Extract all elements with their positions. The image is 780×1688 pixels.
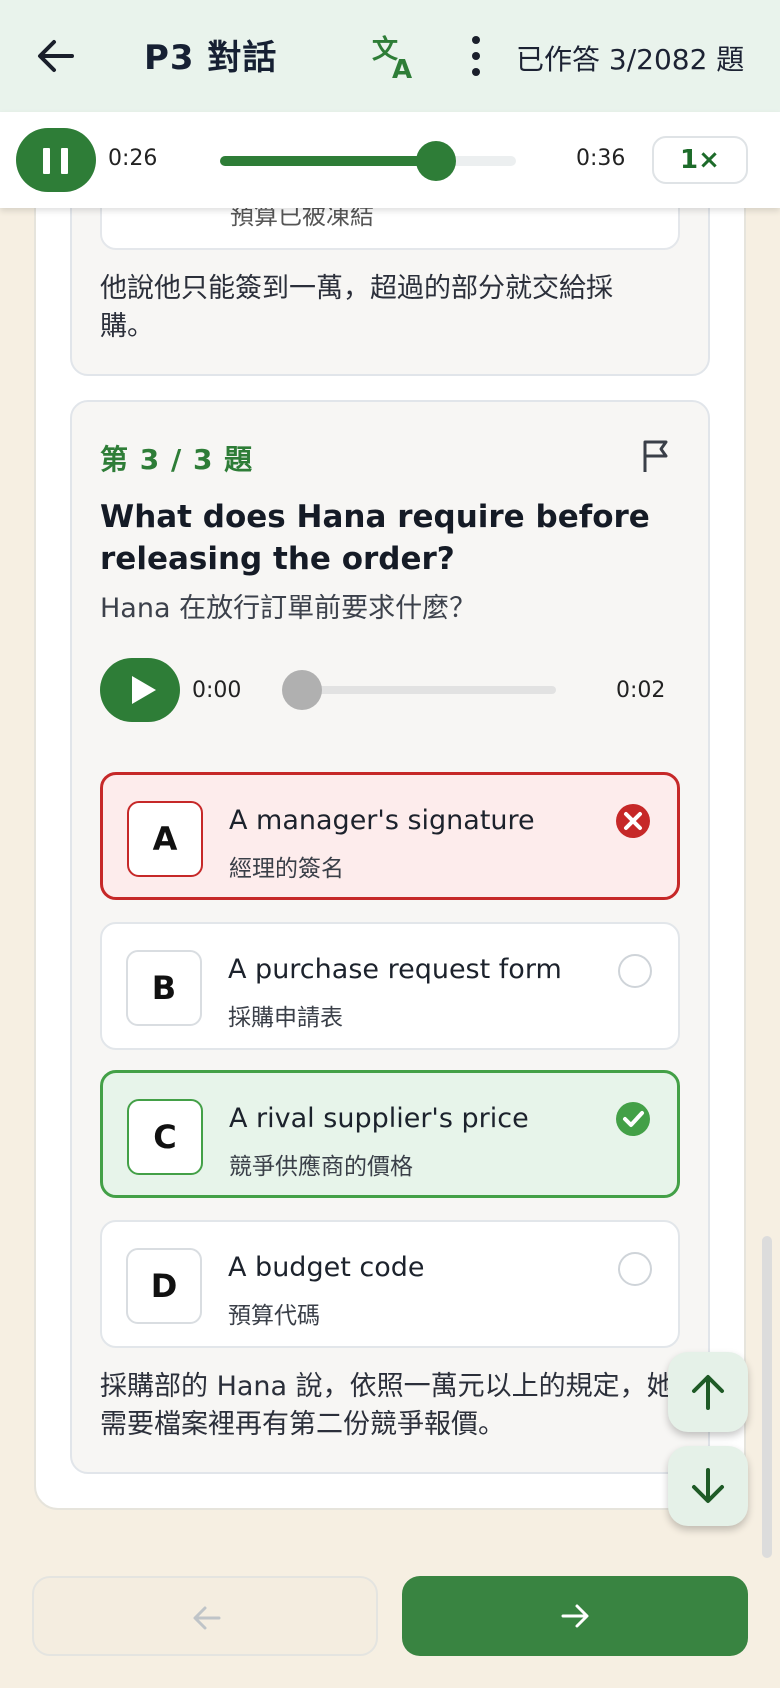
option-translation: 經理的簽名	[229, 856, 344, 882]
pause-icon	[43, 148, 50, 174]
audio-player-bar: 0:26 0:36 1×	[0, 112, 780, 208]
audio-seek-bar[interactable]	[220, 141, 516, 181]
option-translation: 預算代碼	[228, 1303, 320, 1329]
option-text: A purchase request form	[228, 954, 562, 985]
flag-icon[interactable]	[640, 438, 672, 474]
page-title: P3 對話	[144, 38, 278, 78]
next-button[interactable]	[402, 1576, 748, 1656]
option-translation: 採購申請表	[228, 1005, 343, 1031]
option-c[interactable]: C A rival supplier's price 競爭供應商的價格	[100, 1070, 680, 1198]
option-letter: D	[126, 1248, 202, 1324]
question-explanation: 採購部的 Hana 說，依照一萬元以上的規定，她需要檔案裡再有第二份競爭報價。	[100, 1371, 674, 1440]
previous-button[interactable]	[32, 1576, 378, 1656]
play-icon	[132, 676, 156, 704]
audio-seek-handle[interactable]	[416, 141, 456, 181]
app-bar: P3 對話 文 A 已作答 3/2082 題	[0, 0, 780, 112]
question-audio-current-time: 0:00	[192, 678, 242, 703]
option-translation: 競爭供應商的價格	[229, 1154, 413, 1180]
audio-progress-fill	[220, 156, 436, 166]
option-b[interactable]: B A purchase request form 採購申請表	[100, 922, 680, 1050]
playback-speed-button[interactable]: 1×	[652, 136, 748, 184]
question-number: 第 3 / 3 題	[100, 443, 254, 476]
option-d[interactable]: D A budget code 預算代碼	[100, 1220, 680, 1348]
question-audio-duration: 0:02	[616, 678, 666, 703]
question-audio-seek-handle[interactable]	[282, 670, 322, 710]
scroll-down-button[interactable]	[668, 1446, 748, 1526]
option-text: A rival supplier's price	[229, 1103, 529, 1134]
radio-empty-icon	[618, 1252, 652, 1286]
question-play-button[interactable]	[100, 658, 180, 722]
option-letter: B	[126, 950, 202, 1026]
answered-count: 已作答 3/2082 題	[516, 43, 745, 76]
audio-duration: 0:36	[576, 146, 626, 171]
arrow-left-icon[interactable]	[36, 32, 76, 80]
arrow-right-icon	[561, 1604, 589, 1628]
radio-empty-icon	[618, 954, 652, 988]
option-a[interactable]: A A manager's signature 經理的簽名	[100, 772, 680, 900]
arrow-left-icon	[193, 1606, 221, 1630]
option-letter: C	[127, 1099, 203, 1175]
page-scrollbar[interactable]	[762, 1236, 772, 1558]
audio-current-time: 0:26	[108, 146, 158, 171]
question-translation: Hana 在放行訂單前要求什麼？	[100, 593, 477, 624]
option-letter: A	[127, 801, 203, 877]
pause-button[interactable]	[16, 128, 96, 192]
question-title: What does Hana require before releasing …	[100, 499, 650, 577]
previous-explanation: 他說他只能簽到一萬，超過的部分就交給採購。	[100, 273, 613, 342]
option-text: A manager's signature	[229, 805, 535, 836]
svg-text:A: A	[392, 55, 412, 80]
translate-icon[interactable]: 文 A	[372, 34, 418, 80]
correct-check-icon	[616, 1102, 650, 1136]
pause-icon-bar	[61, 148, 68, 174]
option-text: A budget code	[228, 1252, 425, 1283]
wrong-x-icon	[616, 804, 650, 838]
question-audio-seek-bar[interactable]	[302, 686, 556, 694]
arrow-down-icon	[692, 1468, 724, 1503]
more-vertical-icon[interactable]	[462, 34, 490, 78]
arrow-up-icon	[692, 1375, 724, 1410]
scroll-up-button[interactable]	[668, 1352, 748, 1432]
